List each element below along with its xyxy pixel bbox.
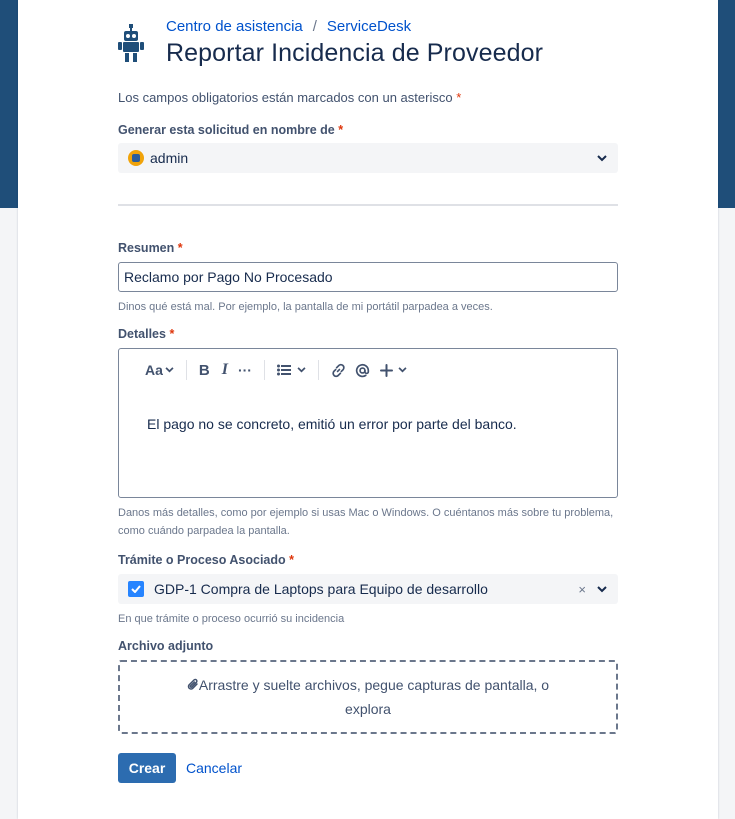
required-asterisk: * (169, 327, 175, 341)
editor-toolbar: Aa B I ··· (145, 360, 407, 380)
process-select[interactable]: GDP-1 Compra de Laptops para Equipo de d… (118, 574, 618, 604)
insert-button[interactable] (379, 363, 407, 377)
clear-icon[interactable]: × (578, 582, 586, 597)
required-asterisk: * (177, 241, 183, 255)
required-asterisk: * (289, 553, 295, 567)
section-divider (118, 204, 618, 206)
chevron-down-icon (297, 367, 306, 373)
details-content[interactable]: El pago no se concreto, emitió un error … (147, 416, 517, 432)
breadcrumb-project-link[interactable]: ServiceDesk (327, 18, 411, 35)
bullet-list-button[interactable] (276, 364, 306, 376)
header: Centro de asistencia / ServiceDesk Repor… (166, 18, 543, 68)
chevron-down-icon (165, 367, 174, 373)
text-style-button[interactable]: Aa (145, 362, 174, 378)
text-style-label: Aa (145, 362, 163, 378)
italic-icon[interactable]: I (222, 361, 228, 379)
dropzone-instructions: Arrastre y suelte archivos, pegue captur… (198, 677, 550, 693)
cancel-link[interactable]: Cancelar (186, 760, 242, 776)
mention-icon[interactable] (355, 363, 370, 378)
details-editor[interactable]: Aa B I ··· El pago no se concreto, emiti… (118, 348, 618, 498)
summary-help: Dinos qué está mal. Por ejemplo, la pant… (118, 301, 493, 313)
details-label: Detalles * (118, 327, 174, 341)
summary-label: Resumen * (118, 241, 183, 255)
breadcrumb: Centro de asistencia / ServiceDesk (166, 18, 543, 35)
on-behalf-select[interactable]: admin (118, 143, 618, 173)
toolbar-separator (317, 360, 319, 380)
details-label-text: Detalles (118, 327, 166, 341)
bold-icon[interactable]: B (199, 362, 210, 379)
chevron-down-icon[interactable] (596, 583, 608, 595)
toolbar-separator (263, 360, 265, 380)
checkbox-icon[interactable] (128, 581, 144, 597)
page-title: Reportar Incidencia de Proveedor (166, 39, 544, 67)
chevron-down-icon[interactable] (596, 152, 608, 164)
details-help-line-1: Danos más detalles, como por ejemplo si … (118, 507, 614, 519)
summary-label-text: Resumen (118, 241, 175, 255)
required-asterisk: * (338, 123, 344, 137)
summary-input[interactable]: Reclamo por Pago No Procesado (118, 262, 618, 292)
avatar (128, 150, 144, 166)
robot-icon (118, 24, 144, 62)
process-label: Trámite o Proceso Asociado * (118, 553, 294, 567)
dropzone-line-1: Arrastre y suelte archivos, pegue captur… (187, 673, 549, 697)
bullet-list-icon (276, 364, 291, 376)
breadcrumb-separator: / (312, 18, 317, 35)
chevron-down-icon (398, 367, 407, 373)
request-form-card: Centro de asistencia / ServiceDesk Repor… (18, 0, 718, 819)
browse-link[interactable]: explora (345, 697, 391, 721)
plus-icon (379, 363, 393, 377)
attachment-label: Archivo adjunto (118, 639, 214, 653)
on-behalf-label: Generar esta solicitud en nombre de * (118, 123, 343, 137)
link-icon[interactable] (331, 363, 346, 378)
required-fields-note: Los campos obligatorios están marcados c… (118, 90, 461, 105)
paperclip-icon (187, 678, 198, 690)
attachment-dropzone[interactable]: Arrastre y suelte archivos, pegue captur… (118, 660, 618, 734)
create-button[interactable]: Crear (118, 753, 176, 783)
details-help: Danos más detalles, como por ejemplo si … (118, 504, 613, 540)
breadcrumb-home-link[interactable]: Centro de asistencia (166, 18, 303, 35)
details-help-line-2: como cuándo parpadea la pantalla. (118, 525, 290, 537)
required-note-text: Los campos obligatorios están marcados c… (118, 90, 453, 105)
process-label-text: Trámite o Proceso Asociado (118, 553, 286, 567)
on-behalf-value: admin (150, 150, 189, 166)
on-behalf-label-text: Generar esta solicitud en nombre de (118, 123, 335, 137)
process-value: GDP-1 Compra de Laptops para Equipo de d… (154, 581, 488, 597)
more-icon[interactable]: ··· (238, 362, 252, 378)
required-asterisk: * (456, 90, 462, 105)
toolbar-separator (185, 360, 187, 380)
process-help: En que trámite o proceso ocurrió su inci… (118, 613, 345, 625)
